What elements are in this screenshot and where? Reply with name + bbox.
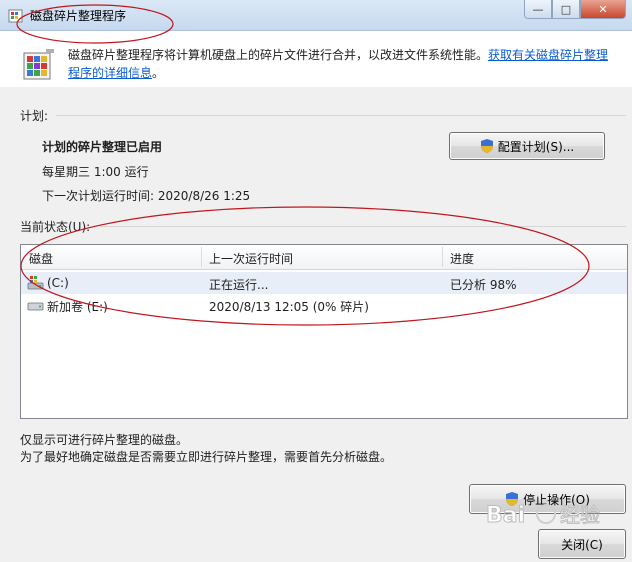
- disk-row-c[interactable]: (C:) 正在运行... 已分析 98%: [21, 272, 627, 294]
- column-last-run[interactable]: 上一次运行时间: [209, 250, 293, 267]
- close-button[interactable]: 关闭(C): [538, 529, 626, 559]
- svg-text:经验: 经验: [560, 503, 600, 527]
- uac-shield-icon: [480, 139, 493, 153]
- close-window-button[interactable]: ✕: [580, 0, 626, 19]
- description-panel: 磁盘碎片整理程序将计算机硬盘上的碎片文件进行合并，以改进文件系统性能。获取有关磁…: [0, 31, 632, 87]
- disk-name: 新加卷 (E:): [47, 300, 108, 314]
- description-body: 磁盘碎片整理程序将计算机硬盘上的碎片文件进行合并，以改进文件系统性能。: [68, 48, 489, 62]
- drive-icon: [27, 302, 44, 311]
- close-icon: ✕: [598, 2, 608, 16]
- system-drive-icon: [27, 276, 44, 290]
- column-disk[interactable]: 磁盘: [29, 250, 53, 267]
- column-separator: [201, 247, 202, 267]
- schedule-status: 计划的碎片整理已启用: [42, 140, 163, 154]
- defrag-app-icon: [8, 9, 23, 23]
- description-text: 磁盘碎片整理程序将计算机硬盘上的碎片文件进行合并，以改进文件系统性能。获取有关磁…: [68, 46, 613, 82]
- close-button-label: 关闭(C): [561, 537, 603, 552]
- description-end: 。: [152, 66, 165, 80]
- column-separator: [442, 247, 443, 267]
- watermark-logo: Bai 经验: [480, 496, 620, 532]
- column-progress[interactable]: 进度: [450, 250, 474, 267]
- disk-list-header: 磁盘 上一次运行时间 进度: [21, 245, 627, 270]
- note-analyze-first: 为了最好地确定磁盘是否需要立即进行碎片整理，需要首先分析磁盘。: [20, 450, 393, 464]
- current-status-label: 当前状态(U):: [20, 220, 91, 234]
- schedule-next-run: 下一次计划运行时间: 2020/8/26 1:25: [42, 189, 251, 203]
- disk-progress: 已分析 98%: [450, 278, 517, 292]
- schedule-label: 计划:: [20, 109, 49, 123]
- disk-list[interactable]: 磁盘 上一次运行时间 进度 (C:) 正在运行... 已分析 98% 新加卷 (…: [20, 244, 628, 419]
- title-bar: 磁盘碎片整理程序 — □ ✕: [0, 0, 632, 31]
- disk-row-e[interactable]: 新加卷 (E:) 2020/8/13 12:05 (0% 碎片): [21, 294, 627, 316]
- defrag-large-icon: [23, 49, 54, 80]
- disk-last-run: 2020/8/13 12:05 (0% 碎片): [209, 300, 369, 314]
- note-defraggable-only: 仅显示可进行碎片整理的磁盘。: [20, 433, 189, 447]
- disk-last-run: 正在运行...: [209, 278, 269, 292]
- schedule-divider: [56, 115, 626, 116]
- maximize-icon: □: [560, 2, 572, 16]
- configure-schedule-button[interactable]: 配置计划(S)...: [449, 132, 605, 160]
- configure-schedule-label: 配置计划(S)...: [497, 139, 575, 154]
- svg-text:Bai: Bai: [486, 503, 525, 528]
- minimize-icon: —: [532, 2, 544, 16]
- schedule-frequency: 每星期三 1:00 运行: [42, 165, 149, 179]
- status-divider: [100, 226, 626, 227]
- disk-name: (C:): [47, 276, 69, 290]
- window-title: 磁盘碎片整理程序: [30, 9, 127, 23]
- minimize-button[interactable]: —: [524, 0, 552, 19]
- main-content: 磁盘碎片整理程序将计算机硬盘上的碎片文件进行合并，以改进文件系统性能。获取有关磁…: [0, 31, 632, 562]
- maximize-button[interactable]: □: [552, 0, 580, 19]
